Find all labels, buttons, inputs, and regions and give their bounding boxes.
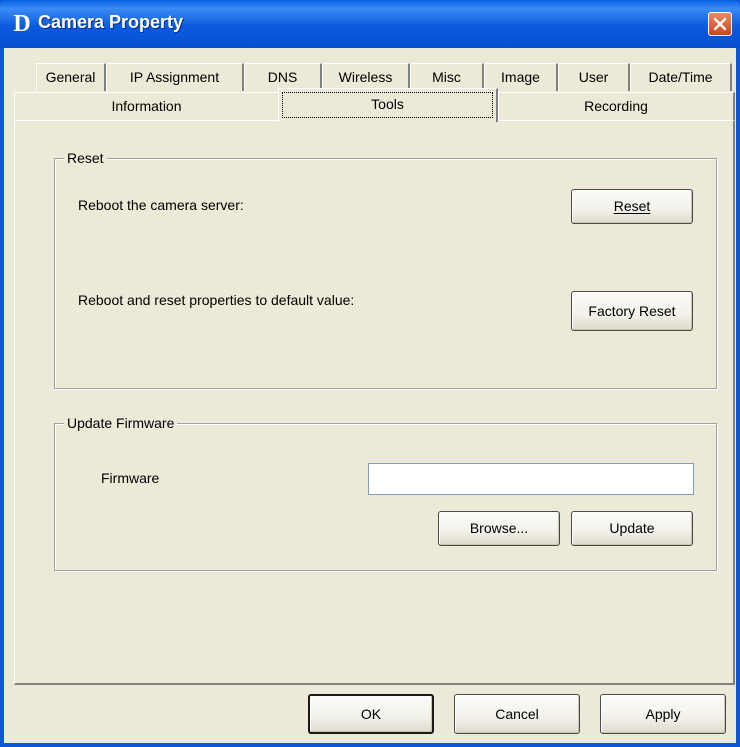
title-bar[interactable]: D Camera Property [0, 0, 740, 48]
tab-general[interactable]: General [36, 63, 106, 91]
tab-date-time[interactable]: Date/Time [630, 63, 732, 91]
tab-wireless[interactable]: Wireless [322, 63, 410, 91]
reset-button[interactable]: Reset [571, 189, 693, 224]
tools-tab-panel: Reset Reboot the camera server: Reset Re… [14, 120, 735, 685]
dialog-window: D Camera Property General IP Assignment … [0, 0, 740, 747]
ok-button-label: OK [360, 706, 382, 722]
browse-button-label: Browse... [469, 520, 529, 536]
tab-user[interactable]: User [558, 63, 630, 91]
browse-button[interactable]: Browse... [438, 511, 560, 546]
tab-misc[interactable]: Misc [410, 63, 484, 91]
reboot-label: Reboot the camera server: [78, 197, 244, 213]
factory-reset-button-label: Factory Reset [588, 303, 676, 319]
tab-tools-label: Tools [282, 92, 493, 118]
apply-button-label: Apply [645, 706, 681, 722]
dlink-logo-icon: D [13, 11, 31, 37]
apply-button[interactable]: Apply [600, 694, 726, 734]
tab-dns[interactable]: DNS [244, 63, 322, 91]
factory-reset-label: Reboot and reset properties to default v… [78, 292, 355, 308]
update-firmware-group: Update Firmware Firmware Browse... Updat… [54, 414, 717, 571]
reset-group: Reset Reboot the camera server: Reset Re… [54, 149, 717, 389]
firmware-label: Firmware [101, 470, 160, 486]
cancel-button[interactable]: Cancel [454, 694, 580, 734]
tab-information[interactable]: Information [14, 92, 280, 121]
window-title: Camera Property [38, 12, 184, 32]
tab-ip-assignment[interactable]: IP Assignment [106, 63, 244, 91]
update-button-label: Update [609, 520, 655, 536]
firmware-path-input[interactable] [368, 463, 694, 495]
close-icon [713, 17, 727, 31]
factory-reset-button[interactable]: Factory Reset [571, 291, 693, 331]
cancel-button-label: Cancel [495, 706, 539, 722]
reset-button-label: Reset [613, 198, 651, 214]
update-firmware-group-label: Update Firmware [64, 414, 178, 432]
ok-button[interactable]: OK [308, 694, 434, 734]
tab-recording[interactable]: Recording [498, 92, 735, 121]
reset-group-label: Reset [64, 149, 107, 167]
update-button[interactable]: Update [571, 511, 693, 546]
close-button[interactable] [708, 12, 732, 36]
tab-tools[interactable]: Tools [278, 88, 498, 122]
dialog-client-area: General IP Assignment DNS Wireless Misc … [4, 48, 736, 743]
tab-image[interactable]: Image [484, 63, 558, 91]
